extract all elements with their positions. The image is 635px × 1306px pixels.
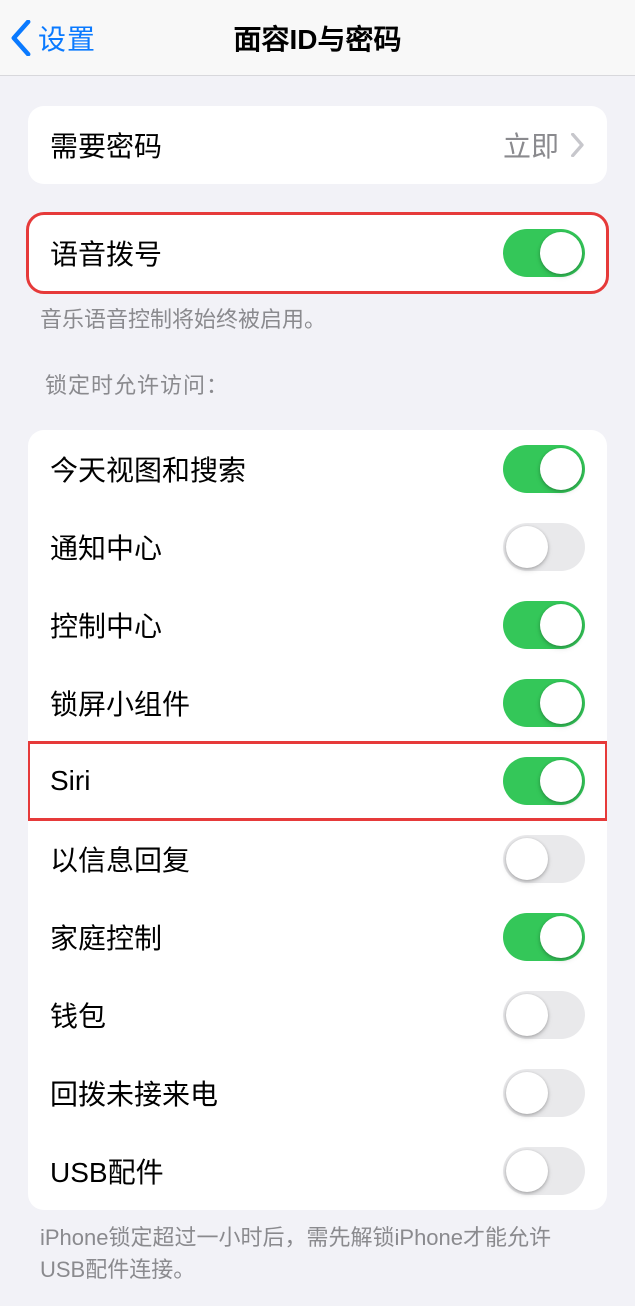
row-wrap-widgets: 锁屏小组件 bbox=[28, 664, 607, 742]
toggle-usb[interactable] bbox=[503, 1147, 585, 1195]
label-home: 家庭控制 bbox=[50, 917, 162, 957]
toggle-knob bbox=[506, 526, 548, 568]
chevron-left-icon bbox=[10, 20, 32, 56]
toggle-control[interactable] bbox=[503, 601, 585, 649]
row-wrap-today: 今天视图和搜索 bbox=[28, 430, 607, 508]
chevron-right-icon bbox=[571, 133, 585, 157]
label-callback: 回拨未接来电 bbox=[50, 1073, 218, 1113]
row-home: 家庭控制 bbox=[28, 898, 607, 976]
toggle-knob bbox=[506, 994, 548, 1036]
row-wrap-reply: 以信息回复 bbox=[28, 820, 607, 898]
toggle-notification[interactable] bbox=[503, 523, 585, 571]
toggle-widgets[interactable] bbox=[503, 679, 585, 727]
row-require-passcode[interactable]: 需要密码 立即 bbox=[28, 106, 607, 184]
label-widgets: 锁屏小组件 bbox=[50, 683, 190, 723]
footer-voice-dial: 音乐语音控制将始终被启用。 bbox=[40, 304, 595, 336]
label-today: 今天视图和搜索 bbox=[50, 449, 246, 489]
label-reply: 以信息回复 bbox=[50, 839, 190, 879]
toggle-knob bbox=[506, 1150, 548, 1192]
toggle-voice-dial[interactable] bbox=[503, 229, 585, 277]
row-wrap-callback: 回拨未接来电 bbox=[28, 1054, 607, 1132]
row-wrap-home: 家庭控制 bbox=[28, 898, 607, 976]
footer-lock-access: iPhone锁定超过一小时后，需先解锁iPhone才能允许USB配件连接。 bbox=[40, 1222, 595, 1286]
label-siri: Siri bbox=[50, 765, 90, 797]
label-usb: USB配件 bbox=[50, 1151, 164, 1191]
row-wrap-usb: USB配件 bbox=[28, 1132, 607, 1210]
back-label: 设置 bbox=[38, 18, 96, 58]
section-header-lock: 锁定时允许访问： bbox=[45, 368, 595, 400]
row-reply: 以信息回复 bbox=[28, 820, 607, 898]
toggle-knob bbox=[540, 760, 582, 802]
row-wrap-control: 控制中心 bbox=[28, 586, 607, 664]
row-today: 今天视图和搜索 bbox=[28, 430, 607, 508]
toggle-knob bbox=[540, 448, 582, 490]
toggle-callback[interactable] bbox=[503, 1069, 585, 1117]
row-wrap-siri: Siri bbox=[28, 742, 607, 820]
toggle-knob bbox=[506, 1072, 548, 1114]
row-usb: USB配件 bbox=[28, 1132, 607, 1210]
navbar: 设置 面容ID与密码 bbox=[0, 0, 635, 76]
toggle-knob bbox=[540, 916, 582, 958]
toggle-knob bbox=[540, 604, 582, 646]
label-voice-dial: 语音拨号 bbox=[50, 233, 162, 273]
group-voice-dial: 语音拨号 bbox=[28, 214, 607, 292]
row-right: 立即 bbox=[503, 125, 585, 165]
label-wallet: 钱包 bbox=[50, 995, 106, 1035]
toggle-wallet[interactable] bbox=[503, 991, 585, 1039]
label-notification: 通知中心 bbox=[50, 527, 162, 567]
row-callback: 回拨未接来电 bbox=[28, 1054, 607, 1132]
back-button[interactable]: 设置 bbox=[0, 18, 96, 58]
toggle-reply[interactable] bbox=[503, 835, 585, 883]
row-wallet: 钱包 bbox=[28, 976, 607, 1054]
toggle-knob bbox=[506, 838, 548, 880]
label-control: 控制中心 bbox=[50, 605, 162, 645]
row-widgets: 锁屏小组件 bbox=[28, 664, 607, 742]
value-require-passcode: 立即 bbox=[503, 125, 559, 165]
row-wrap-notification: 通知中心 bbox=[28, 508, 607, 586]
group-require-passcode: 需要密码 立即 bbox=[28, 106, 607, 184]
toggle-siri[interactable] bbox=[503, 757, 585, 805]
row-notification: 通知中心 bbox=[28, 508, 607, 586]
row-siri: Siri bbox=[28, 742, 607, 820]
content: 需要密码 立即 语音拨号 音乐语音控制将始终被启用。 锁定时允许访问： 今天视图… bbox=[0, 106, 635, 1306]
row-control: 控制中心 bbox=[28, 586, 607, 664]
toggle-knob bbox=[540, 682, 582, 724]
group-lock-access: 今天视图和搜索通知中心控制中心锁屏小组件 Siri 以信息回复家庭控制钱包回拨未接来… bbox=[28, 430, 607, 1210]
row-wrap-wallet: 钱包 bbox=[28, 976, 607, 1054]
row-voice-dial: 语音拨号 bbox=[28, 214, 607, 292]
toggle-knob bbox=[540, 232, 582, 274]
toggle-today[interactable] bbox=[503, 445, 585, 493]
label-require-passcode: 需要密码 bbox=[50, 125, 162, 165]
toggle-home[interactable] bbox=[503, 913, 585, 961]
